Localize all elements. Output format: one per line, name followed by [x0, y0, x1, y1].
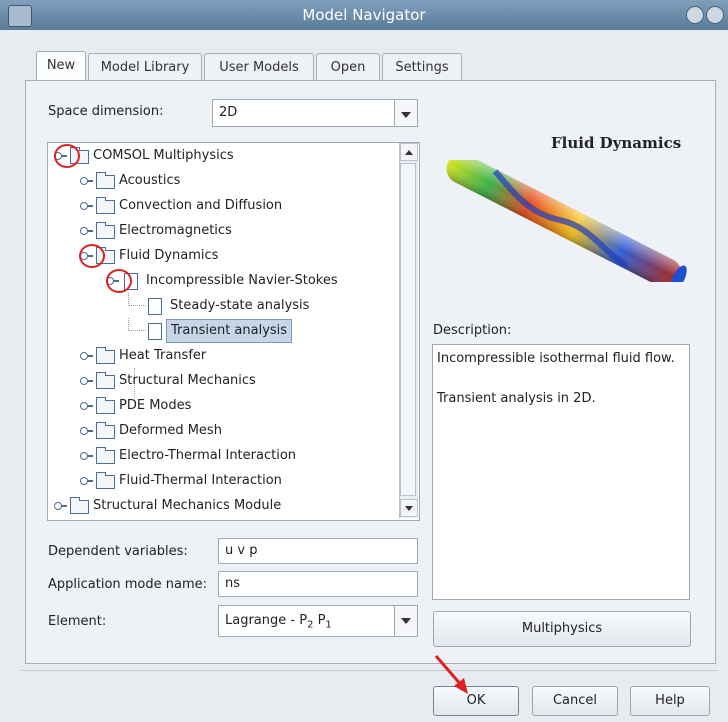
document-icon [148, 323, 162, 340]
document-icon [148, 298, 162, 315]
help-button[interactable]: Help [630, 686, 710, 716]
folder-icon [96, 222, 115, 239]
cancel-button[interactable]: Cancel [532, 686, 618, 716]
minimize-icon[interactable] [686, 6, 704, 24]
scroll-up-icon[interactable] [400, 143, 418, 161]
space-dimension-select[interactable]: 2D [212, 99, 418, 127]
expand-handle-icon[interactable] [80, 227, 93, 235]
tab-settings[interactable]: Settings [382, 53, 462, 81]
expand-handle-icon[interactable] [80, 352, 93, 360]
folder-icon [96, 397, 115, 414]
tab-open[interactable]: Open [316, 53, 380, 81]
expand-handle-icon[interactable] [80, 452, 93, 460]
annotation-arrow [434, 655, 468, 694]
application-mode-name-input[interactable]: ns [218, 571, 418, 597]
window-title: Model Navigator [302, 6, 426, 24]
annotation-circle [79, 244, 105, 268]
tree-guide-line [128, 305, 146, 307]
space-dimension-value: 2D [219, 105, 238, 120]
preview-title: Fluid Dynamics [551, 134, 682, 152]
element-sub-2: 1 [325, 619, 332, 631]
selected-item-label: Transient analysis [166, 319, 293, 343]
title-bar[interactable]: Model Navigator [0, 0, 728, 30]
chevron-down-icon[interactable] [394, 606, 417, 636]
expand-handle-icon[interactable] [80, 377, 93, 385]
description-line: Incompressible isothermal fluid flow. [437, 351, 675, 366]
tab-model-library[interactable]: Model Library [88, 53, 202, 81]
folder-icon [96, 422, 115, 439]
element-value-part: P [313, 613, 326, 628]
folder-icon [96, 372, 115, 389]
scroll-down-icon[interactable] [400, 499, 418, 517]
tree-guide-line [128, 330, 146, 332]
tab-new[interactable]: New [36, 51, 86, 81]
scroll-thumb[interactable] [400, 163, 416, 496]
multiphysics-button[interactable]: Multiphysics [433, 611, 691, 647]
divider [20, 670, 718, 671]
expand-handle-icon[interactable] [80, 477, 93, 485]
model-tree[interactable]: COMSOL Multiphysics Acoustics Convection… [47, 142, 420, 521]
folder-icon [96, 172, 115, 189]
tab-user-models[interactable]: User Models [204, 53, 314, 81]
annotation-circle [54, 144, 80, 168]
expand-handle-icon[interactable] [80, 177, 93, 185]
folder-icon [96, 347, 115, 364]
dependent-variables-input[interactable]: u v p [218, 538, 418, 564]
expand-handle-icon[interactable] [80, 402, 93, 410]
element-select[interactable]: Lagrange - P2 P1 [218, 605, 418, 637]
element-value: Lagrange - P [225, 613, 308, 628]
expand-handle-icon[interactable] [54, 502, 67, 510]
folder-icon [96, 197, 115, 214]
folder-icon [96, 472, 115, 489]
application-mode-name-label: Application mode name: [48, 577, 208, 592]
expand-handle-icon[interactable] [80, 202, 93, 210]
folder-icon [70, 497, 89, 514]
annotation-circle [106, 269, 132, 293]
chevron-down-icon[interactable] [394, 100, 417, 126]
description-box: Incompressible isothermal fluid flow. Tr… [432, 344, 690, 600]
expand-handle-icon[interactable] [80, 427, 93, 435]
element-label: Element: [48, 614, 107, 629]
space-dimension-label: Space dimension: [48, 104, 164, 119]
dependent-variables-label: Dependent variables: [48, 544, 188, 559]
description-label: Description: [433, 323, 512, 338]
description-line: Transient analysis in 2D. [437, 391, 596, 406]
close-icon[interactable] [706, 6, 724, 24]
model-navigator-window: Model Navigator New Model Library User M… [0, 0, 728, 722]
fluid-dynamics-preview-image [446, 160, 687, 282]
folder-icon [96, 447, 115, 464]
